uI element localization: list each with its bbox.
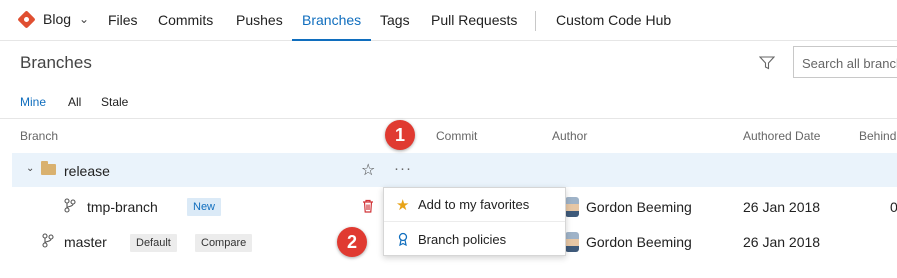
branch-icon bbox=[64, 198, 76, 216]
chevron-down-icon: ⌄ bbox=[79, 12, 90, 26]
authored-date: 26 Jan 2018 bbox=[743, 234, 821, 250]
tab-custom-code-hub[interactable]: Custom Code Hub bbox=[556, 12, 671, 28]
branch-icon bbox=[42, 233, 54, 251]
branch-name-tmp[interactable]: tmp-branch bbox=[87, 199, 158, 215]
subtab-stale[interactable]: Stale bbox=[101, 95, 128, 109]
table-row-release[interactable] bbox=[12, 153, 897, 187]
trash-icon[interactable] bbox=[362, 199, 374, 216]
nav-separator bbox=[535, 11, 536, 31]
default-badge: Default bbox=[130, 234, 177, 252]
star-filled-icon: ★ bbox=[396, 196, 410, 214]
column-header-behind[interactable]: Behind bbox=[859, 129, 896, 143]
repo-selector[interactable]: Blog ⌄ bbox=[17, 9, 90, 29]
tab-tags[interactable]: Tags bbox=[380, 12, 410, 28]
active-tab-indicator bbox=[292, 39, 371, 41]
subtab-all[interactable]: All bbox=[68, 95, 81, 109]
authored-date: 26 Jan 2018 bbox=[743, 199, 821, 215]
new-badge: New bbox=[187, 198, 222, 216]
branch-name-master[interactable]: master bbox=[64, 234, 107, 250]
callout-badge-1: 1 bbox=[385, 120, 415, 150]
chevron-down-icon[interactable]: ⌄ bbox=[26, 163, 34, 174]
subtab-mine[interactable]: Mine bbox=[20, 95, 46, 109]
tab-pull-requests[interactable]: Pull Requests bbox=[431, 12, 517, 28]
menu-item-label: Branch policies bbox=[418, 231, 507, 247]
page-title: Branches bbox=[20, 53, 92, 72]
author-name: Gordon Beeming bbox=[586, 234, 692, 250]
avatar bbox=[565, 232, 579, 252]
tab-branches[interactable]: Branches bbox=[302, 12, 361, 28]
filter-icon[interactable] bbox=[758, 56, 776, 73]
column-header-authored-date[interactable]: Authored Date bbox=[743, 129, 820, 143]
repo-name: Blog bbox=[43, 11, 72, 27]
callout-badge-2: 2 bbox=[337, 227, 367, 257]
search-input[interactable]: Search all branch bbox=[793, 46, 897, 78]
tab-commits[interactable]: Commits bbox=[158, 12, 213, 28]
avatar bbox=[565, 197, 579, 217]
more-options-icon[interactable]: ··· bbox=[394, 160, 412, 177]
top-navigation: Blog ⌄ Files Commits Pushes Branches Tag… bbox=[0, 0, 897, 41]
menu-item-add-favorites[interactable]: ★ Add to my favorites bbox=[384, 188, 565, 222]
folder-icon bbox=[41, 161, 56, 175]
policy-icon bbox=[396, 232, 410, 246]
column-header-branch[interactable]: Branch bbox=[20, 129, 58, 143]
tab-files[interactable]: Files bbox=[108, 12, 138, 28]
grid-divider bbox=[0, 118, 897, 119]
column-header-commit[interactable]: Commit bbox=[436, 129, 477, 143]
column-header-author[interactable]: Author bbox=[552, 129, 587, 143]
branch-folder-name[interactable]: release bbox=[64, 163, 110, 179]
star-icon[interactable]: ☆ bbox=[361, 160, 375, 180]
behind-count: 0 bbox=[890, 199, 897, 215]
menu-item-label: Add to my favorites bbox=[418, 197, 530, 212]
compare-badge[interactable]: Compare bbox=[195, 234, 253, 252]
author-name: Gordon Beeming bbox=[586, 199, 692, 215]
git-logo-icon bbox=[17, 9, 36, 29]
tab-pushes[interactable]: Pushes bbox=[236, 12, 283, 28]
branch-context-menu: ★ Add to my favorites Branch policies bbox=[383, 187, 566, 256]
menu-item-branch-policies[interactable]: Branch policies bbox=[384, 222, 565, 256]
